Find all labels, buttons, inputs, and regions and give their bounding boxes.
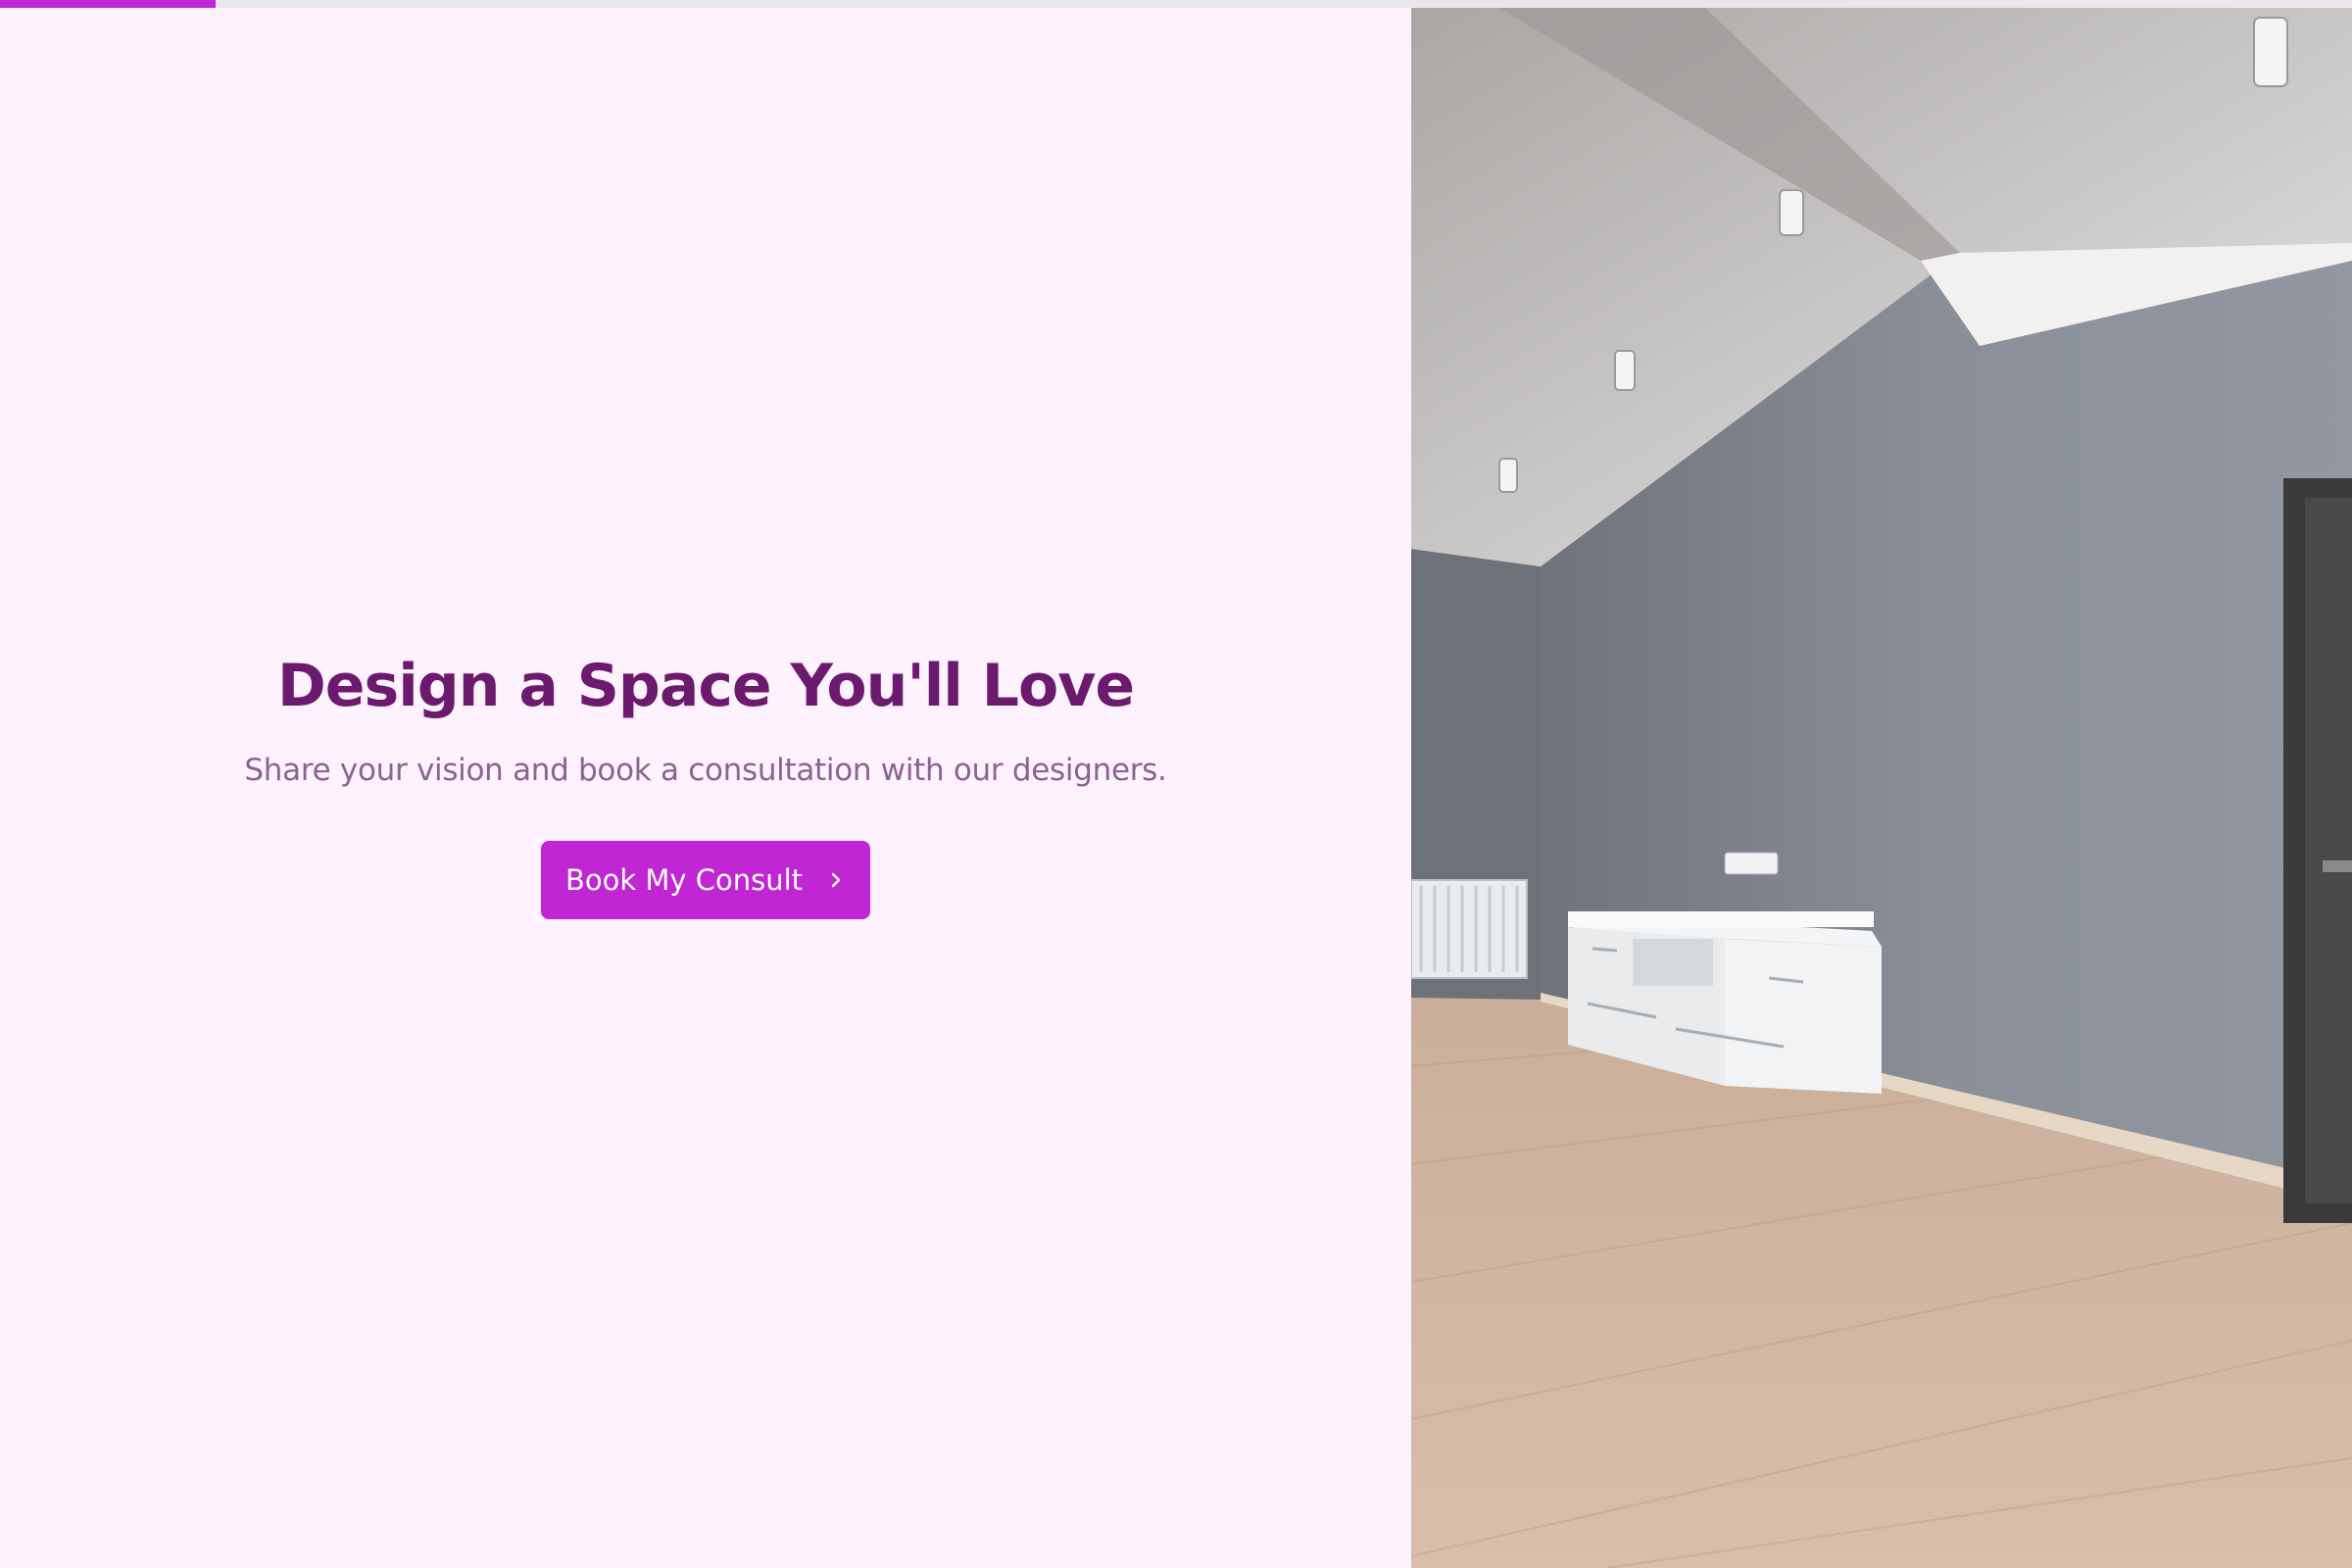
hero-title: Design a Space You'll Love <box>276 652 1135 720</box>
chevron-right-icon <box>831 872 841 888</box>
progress-bar <box>0 0 2352 8</box>
room-photo <box>1411 8 2352 1568</box>
hero-subtitle: Share your vision and book a consultatio… <box>244 753 1167 788</box>
hero-content: Design a Space You'll Love Share your vi… <box>0 647 1411 919</box>
book-consult-button[interactable]: Book My Consult <box>541 841 870 919</box>
progress-bar-fill <box>0 0 217 8</box>
room-photo-illustration <box>1411 8 2352 1568</box>
book-consult-label: Book My Consult <box>564 863 804 897</box>
hero-panel: Design a Space You'll Love Share your vi… <box>0 8 1411 1568</box>
